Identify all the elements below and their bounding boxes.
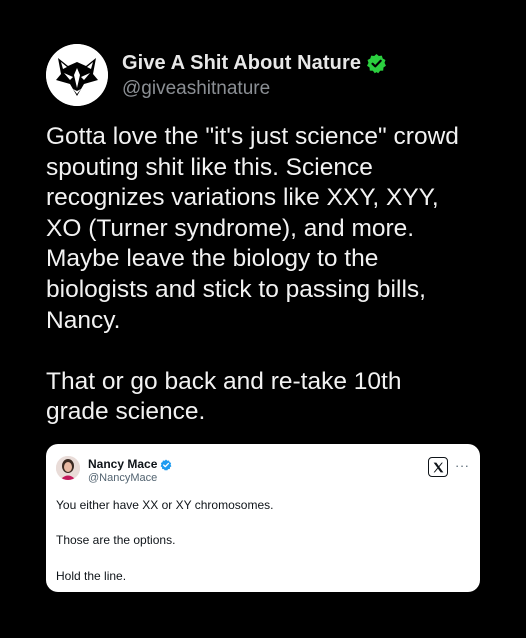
quoted-author-handle[interactable]: @NancyMace: [88, 472, 172, 484]
quoted-author-avatar[interactable]: [56, 456, 80, 480]
tweet-text: Gotta love the "it's just science" crowd…: [46, 123, 459, 426]
quoted-author-name-row: Nancy Mace: [88, 456, 172, 471]
quoted-author-display-name[interactable]: Nancy Mace: [88, 457, 157, 471]
author-display-name[interactable]: Give A Shit About Nature: [122, 52, 361, 75]
verified-badge-icon: [160, 458, 172, 471]
quoted-post-card[interactable]: Nancy Mace @NancyMace ··· You either hav…: [46, 444, 480, 592]
more-options-button[interactable]: ···: [455, 458, 470, 473]
quoted-post-line: Those are the options.: [56, 533, 176, 547]
quoted-post-line: You either have XX or XY chromosomes.: [56, 498, 274, 512]
author-handle[interactable]: @giveashitnature: [122, 78, 387, 100]
author-name-row: Give A Shit About Nature: [122, 50, 387, 76]
quoted-author-names: Nancy Mace @NancyMace: [88, 456, 172, 484]
x-logo-icon[interactable]: [428, 457, 448, 477]
author-avatar[interactable]: [46, 44, 108, 106]
verified-badge-icon: [366, 53, 387, 74]
post-header: Give A Shit About Nature @giveashitnatur…: [46, 44, 387, 106]
wolf-head-logo-icon: [46, 44, 108, 106]
author-names: Give A Shit About Nature @giveashitnatur…: [122, 50, 387, 100]
quoted-post-line: Hold the line.: [56, 569, 127, 583]
